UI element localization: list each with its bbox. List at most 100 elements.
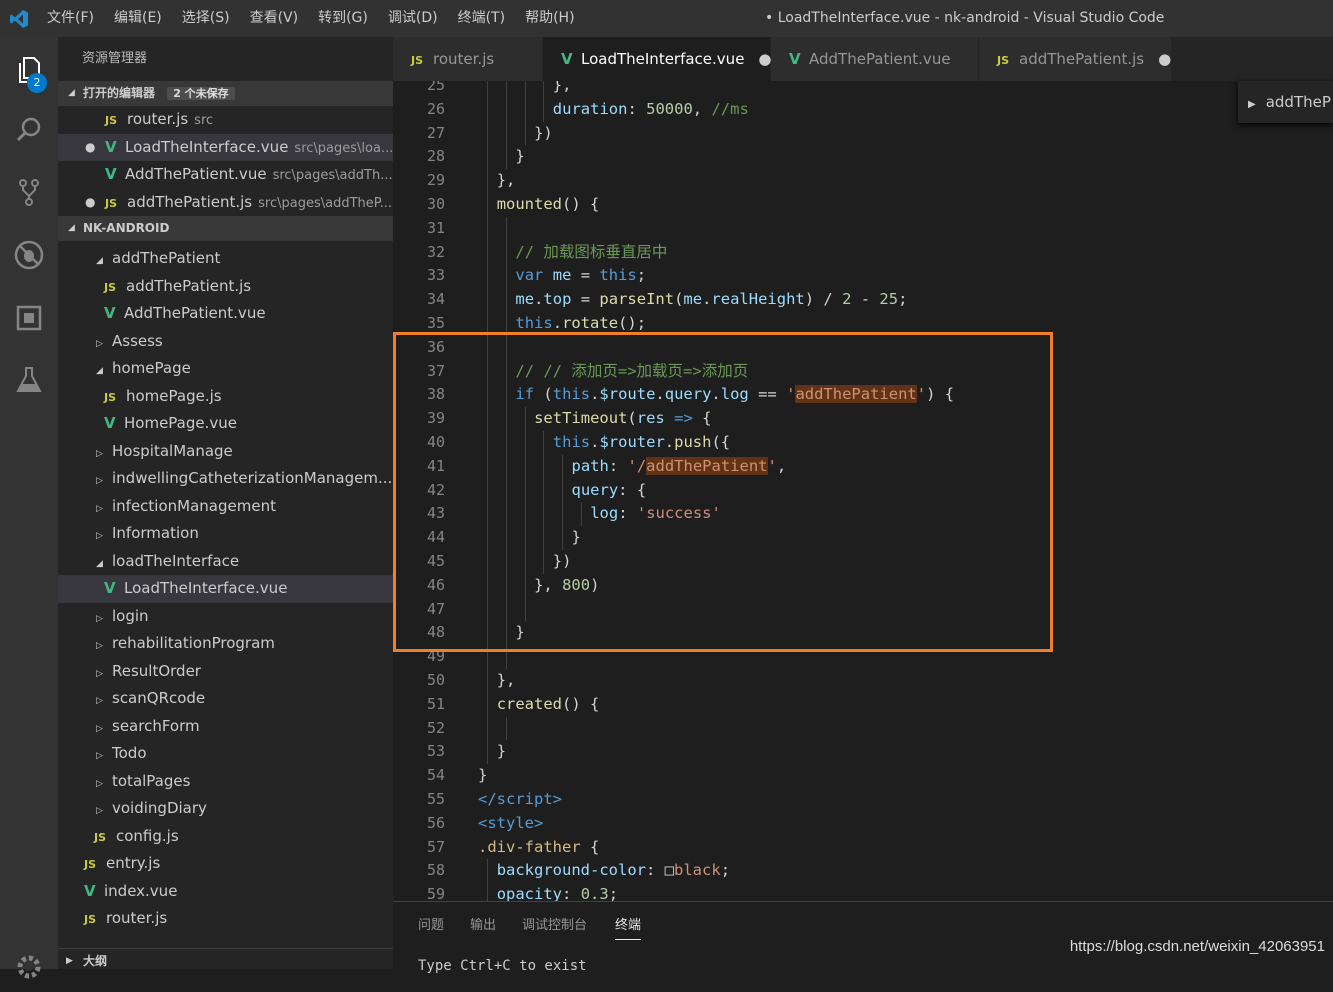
tree-item[interactable]: ▷ rehabilitationProgram <box>58 630 393 658</box>
menu-item-1[interactable]: 编辑(E) <box>104 0 172 37</box>
menu-item-6[interactable]: 终端(T) <box>448 0 515 37</box>
test-flask-icon[interactable] <box>0 355 58 405</box>
code-line[interactable]: } <box>497 740 506 764</box>
unsaved-dot-icon[interactable]: ● <box>1158 50 1171 68</box>
chevron-right-icon: ▷ <box>96 723 103 734</box>
code-line[interactable]: }) <box>534 122 553 146</box>
code-line[interactable]: me.top = parseInt(me.realHeight) / 2 - 2… <box>515 288 907 312</box>
extensions-icon[interactable] <box>0 293 58 343</box>
tab-output[interactable]: 输出 <box>470 914 496 933</box>
unsaved-dot-icon: ● <box>85 139 96 154</box>
tab-loadtheinterface-vue[interactable]: V LoadTheInterface.vue ● <box>543 37 772 81</box>
code-line[interactable]: } <box>515 145 524 169</box>
unsaved-dot-icon[interactable]: ● <box>758 50 771 68</box>
tree-item[interactable]: ▷ login <box>58 603 393 631</box>
project-header[interactable]: ◢ NK-ANDROID <box>58 216 393 241</box>
code-token: } <box>478 766 488 785</box>
open-editor-item[interactable]: ● JS addThePatient.js src\pages\addTheP... <box>58 189 393 217</box>
indent-guide <box>506 716 508 741</box>
line-number: 54 <box>426 766 445 785</box>
tree-item-label: searchForm <box>112 716 200 735</box>
code-line[interactable]: created() { <box>497 693 600 717</box>
open-editor-item[interactable]: V AddThePatient.vue src\pages\addTh... <box>58 161 393 189</box>
code-line[interactable]: <style> <box>478 812 543 836</box>
tree-item[interactable]: ▷ voidingDiary <box>58 795 393 823</box>
tree-item[interactable]: JS router.js <box>58 905 393 933</box>
tree-item[interactable]: ▷ infectionManagement <box>58 493 393 521</box>
code-line[interactable]: } <box>478 764 487 788</box>
code-line[interactable]: var me = this; <box>515 264 646 288</box>
tree-item-label: infectionManagement <box>112 496 276 515</box>
tree-item[interactable]: ▷ indwellingCatheterizationManagem... <box>58 465 393 493</box>
tree-item[interactable]: Vindex.vue <box>58 878 393 906</box>
open-editor-item[interactable]: ● V LoadTheInterface.vue src\pages\loa... <box>58 133 393 161</box>
chevron-right-icon: ▷ <box>96 668 103 679</box>
terminal-output[interactable]: Type Ctrl+C to exist <box>418 958 587 974</box>
code-token: ; <box>720 861 731 880</box>
tree-item[interactable]: ▷ ResultOrder <box>58 658 393 686</box>
tree-item[interactable]: ▷ totalPages <box>58 768 393 796</box>
code-line[interactable]: // 加载图标垂直居中 <box>515 241 667 265</box>
open-editors-header[interactable]: ◢ 打开的编辑器 2 个未保存 <box>58 81 393 106</box>
explorer-icon[interactable]: 2 <box>0 45 58 95</box>
tree-item-label: rehabilitationProgram <box>112 634 275 652</box>
tree-item[interactable]: JS homePage.js <box>58 383 393 411</box>
tab-problems[interactable]: 问题 <box>418 914 444 933</box>
line-number: 29 <box>426 171 445 190</box>
open-editor-item[interactable]: JS router.js src <box>58 106 393 134</box>
tree-item[interactable]: ◢ loadTheInterface <box>58 548 393 576</box>
line-number: 27 <box>426 123 445 142</box>
code-line[interactable]: .div-father { <box>478 836 599 860</box>
tree-item[interactable]: JS addThePatient.js <box>58 273 393 301</box>
tab-addthepatient-js[interactable]: JS addThePatient.js ● <box>979 37 1172 81</box>
menu-item-3[interactable]: 查看(V) <box>240 0 309 37</box>
tree-item[interactable]: JS entry.js <box>58 850 393 878</box>
debug-icon[interactable] <box>0 230 58 280</box>
menu-item-4[interactable]: 转到(G) <box>308 0 378 37</box>
tab-addthepatient-vue[interactable]: V AddThePatient.vue <box>771 37 979 81</box>
tree-item[interactable]: ▷ searchForm <box>58 713 393 741</box>
code-line[interactable]: }, <box>553 81 572 98</box>
tab-debug-console[interactable]: 调试控制台 <box>522 914 587 933</box>
menu-item-0[interactable]: 文件(F) <box>37 0 104 37</box>
tree-item[interactable]: V HomePage.vue <box>58 410 393 438</box>
settings-gear-icon[interactable] <box>0 942 58 992</box>
line-number: 34 <box>426 290 445 309</box>
menu-item-2[interactable]: 选择(S) <box>172 0 240 37</box>
menu-item-7[interactable]: 帮助(H) <box>515 0 584 37</box>
code-token: mounted <box>496 195 563 213</box>
code-line[interactable]: </script> <box>478 788 562 812</box>
source-control-icon[interactable] <box>0 167 58 217</box>
open-editor-name: LoadTheInterface.vue <box>125 137 289 156</box>
breadcrumb-popup-label: addTheP <box>1265 93 1331 111</box>
tab-terminal[interactable]: 终端 <box>615 914 642 940</box>
tree-item[interactable]: V LoadTheInterface.vue <box>58 575 393 603</box>
code-token: ; <box>608 885 619 901</box>
tree-item[interactable]: ▷ Assess <box>58 328 393 356</box>
code-line[interactable]: background-color: □black; <box>497 859 730 883</box>
outline-header[interactable]: ▶ 大纲 <box>58 948 393 969</box>
tab-label: AddThePatient.vue <box>809 50 951 68</box>
tree-item[interactable]: ▷ HospitalManage <box>58 438 393 466</box>
indent-guide <box>487 81 489 98</box>
code-line[interactable]: opacity: 0.3; <box>497 883 618 901</box>
code-line[interactable]: }, <box>497 169 516 193</box>
tree-item[interactable]: ▷ scanQRcode <box>58 685 393 713</box>
code-line[interactable]: }, <box>497 669 516 693</box>
code-token: black <box>674 861 721 880</box>
chevron-right-icon: ▶ <box>66 956 73 966</box>
indent-guide <box>487 240 489 265</box>
code-line[interactable]: mounted() { <box>497 193 600 217</box>
code-line[interactable]: duration: 50000, //ms <box>553 98 749 122</box>
indent-guide <box>487 97 489 122</box>
breadcrumb-popup[interactable]: ▶ addTheP <box>1238 81 1333 123</box>
tree-item[interactable]: ◢ homePage <box>58 355 393 383</box>
tree-item[interactable]: ◢ addThePatient <box>58 245 393 273</box>
tab-router-js[interactable]: JS router.js <box>393 37 543 81</box>
tree-item[interactable]: V AddThePatient.vue <box>58 300 393 328</box>
menu-item-5[interactable]: 调试(D) <box>378 0 448 37</box>
tree-item[interactable]: ▷ Todo <box>58 740 393 768</box>
search-icon[interactable] <box>0 105 58 155</box>
tree-item[interactable]: ▷ Information <box>58 520 393 548</box>
tree-item[interactable]: JS config.js <box>58 823 393 851</box>
